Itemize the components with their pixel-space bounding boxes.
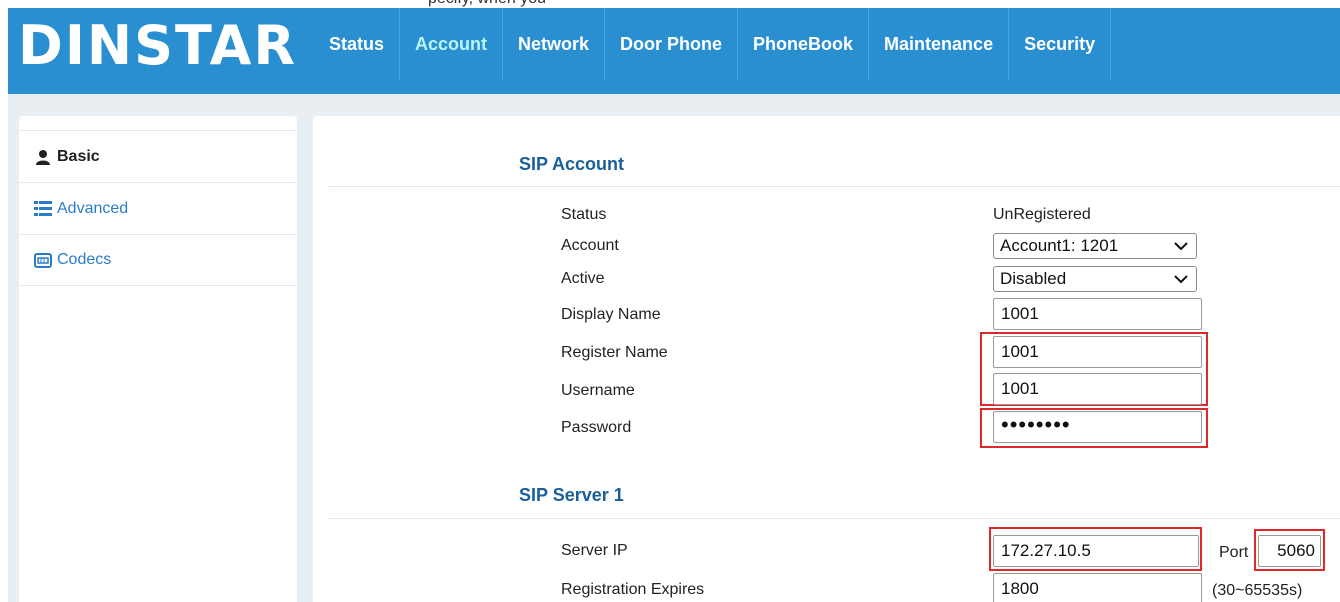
nav-maintenance[interactable]: Maintenance: [868, 8, 1008, 80]
port-input[interactable]: 5060: [1258, 535, 1321, 567]
registration-expires-input[interactable]: 1800: [993, 573, 1202, 602]
sip-account-title: SIP Account: [519, 154, 625, 174]
server-ip-label: Server IP: [561, 542, 628, 559]
username-input[interactable]: 1001: [993, 373, 1202, 405]
account-label: Account: [561, 237, 619, 254]
top-partial-strip: pecify, when you: [0, 0, 1340, 8]
username-label: Username: [561, 382, 635, 399]
sidebar-item-label: Codecs: [57, 251, 112, 268]
section-divider: [329, 186, 1340, 187]
nav-status[interactable]: Status: [314, 8, 399, 80]
registration-expires-label: Registration Expires: [561, 581, 705, 598]
nav-divider: [1110, 8, 1112, 80]
password-label: Password: [561, 419, 632, 436]
active-select-value: Disabled: [1000, 269, 1067, 288]
status-label: Status: [561, 206, 607, 223]
nav-network[interactable]: Network: [502, 8, 604, 80]
page: pecify, when you DINSTAR Status Account …: [0, 0, 1340, 602]
user-icon: [33, 149, 53, 165]
list-icon: [33, 201, 53, 217]
nav-door-phone[interactable]: Door Phone: [604, 8, 737, 80]
register-name-input[interactable]: 1001: [993, 336, 1202, 368]
logo: DINSTAR: [18, 14, 298, 77]
sidebar: Basic Advanced Codecs: [19, 116, 297, 602]
sidebar-item-label: Advanced: [57, 199, 129, 217]
nav-phonebook[interactable]: PhoneBook: [737, 8, 868, 80]
chevron-down-icon: [1174, 275, 1188, 284]
nav-account[interactable]: Account: [399, 8, 502, 80]
status-value: UnRegistered: [993, 206, 1091, 223]
active-select[interactable]: Disabled: [993, 266, 1197, 292]
sidebar-item-label: Basic: [57, 147, 100, 165]
account-select[interactable]: Account1: 1201: [993, 233, 1197, 259]
top-partial-text: pecify, when you: [428, 0, 546, 8]
main-nav: Status Account Network Door Phone PhoneB…: [314, 8, 1112, 80]
codec-icon: [33, 252, 53, 268]
sidebar-item-codecs[interactable]: Codecs: [19, 234, 297, 286]
nav-security[interactable]: Security: [1008, 8, 1110, 80]
password-value: ••••••••: [1001, 412, 1071, 437]
active-label: Active: [561, 270, 605, 287]
sip-server-title: SIP Server 1: [519, 485, 624, 505]
register-name-label: Register Name: [561, 344, 668, 361]
server-ip-input[interactable]: 172.27.10.5: [993, 535, 1199, 567]
password-input[interactable]: ••••••••: [993, 411, 1202, 443]
account-select-value: Account1: 1201: [1000, 236, 1119, 255]
chevron-down-icon: [1174, 242, 1188, 251]
sidebar-item-basic[interactable]: Basic: [19, 130, 297, 182]
display-name-input[interactable]: 1001: [993, 298, 1202, 330]
main-panel: SIP Account Status UnRegistered Account …: [313, 116, 1340, 602]
expires-range-hint: (30~65535s): [1212, 582, 1303, 599]
port-label: Port: [1219, 544, 1249, 561]
header-bar: DINSTAR Status Account Network Door Phon…: [8, 8, 1340, 94]
section-divider: [329, 518, 1340, 519]
display-name-label: Display Name: [561, 306, 661, 323]
sidebar-item-advanced[interactable]: Advanced: [19, 182, 297, 234]
